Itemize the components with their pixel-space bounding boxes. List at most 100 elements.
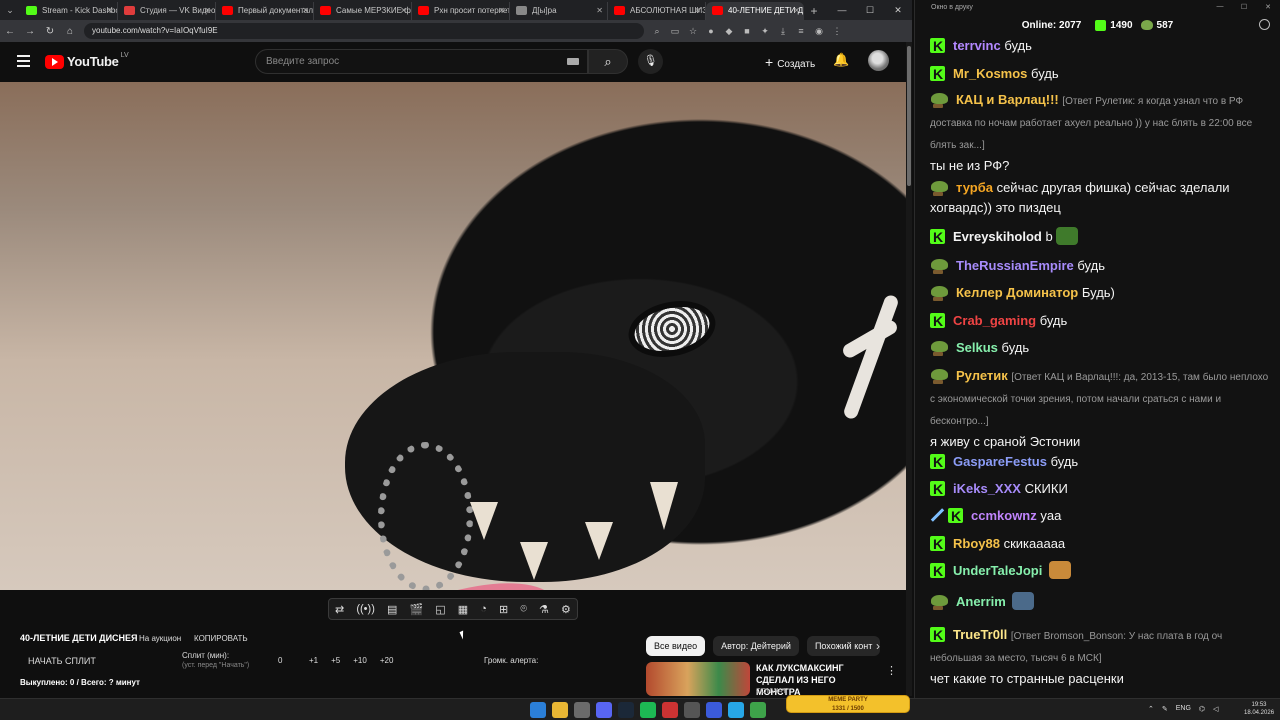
browser-tab[interactable]: Первый документальный✕ <box>216 2 314 20</box>
chat-username[interactable]: terrvinc <box>953 38 1001 53</box>
cast-icon[interactable]: ▭ <box>666 26 684 37</box>
search-input[interactable]: Введите запрос <box>255 49 588 74</box>
keyboard-icon[interactable] <box>567 58 579 65</box>
start-split-button[interactable]: НАЧАТЬ СПЛИТ <box>28 656 96 666</box>
related-video-thumbnail[interactable] <box>646 662 750 696</box>
chat-username[interactable]: Келлер Доминатор <box>956 285 1078 300</box>
broadcast-icon[interactable]: ((•)) <box>356 603 375 615</box>
playlist-icon[interactable]: ▤ <box>387 603 397 616</box>
chat-username[interactable]: ccmkownz <box>971 508 1037 523</box>
page-scrollbar[interactable] <box>906 42 912 696</box>
tab-close-icon[interactable]: ✕ <box>400 2 407 20</box>
app-icon[interactable] <box>662 702 678 718</box>
voice-search-button[interactable]: 🎙 <box>638 49 663 74</box>
app-icon[interactable] <box>684 702 700 718</box>
network-icon[interactable]: ⌬ <box>1199 705 1205 713</box>
menu-icon[interactable] <box>17 55 30 70</box>
chat-username[interactable]: TheRussianEmpire <box>956 258 1074 273</box>
pen-icon[interactable]: ✎ <box>1162 705 1168 713</box>
volume-icon[interactable]: ◁ <box>1213 705 1218 713</box>
settings-gear-icon[interactable]: ⚙ <box>561 603 571 616</box>
add-clip-icon[interactable]: ⊞ <box>499 603 508 616</box>
lab-icon[interactable]: ⚗ <box>539 603 549 616</box>
avatar[interactable] <box>868 50 889 71</box>
tab-close-icon[interactable]: ✕ <box>106 2 113 20</box>
chat-username[interactable]: Rboy88 <box>953 536 1000 551</box>
reload-icon[interactable]: ↻ <box>40 26 60 37</box>
new-tab-button[interactable]: + <box>804 2 824 20</box>
cinema-icon[interactable]: ▦ <box>458 603 468 616</box>
profile-icon[interactable]: ◉ <box>810 26 828 37</box>
search-button[interactable]: ⌕ <box>588 49 628 74</box>
url-field[interactable]: youtube.com/watch?v=IaIOqVfuI9E <box>84 23 644 39</box>
chrome-icon[interactable] <box>552 702 568 718</box>
download-icon[interactable]: ⤓ <box>774 26 792 37</box>
browser-tab[interactable]: АБСОЛЮТНАЯ ШИЗОФ✕ <box>608 2 706 20</box>
step-button[interactable]: +20 <box>380 656 394 665</box>
minimize-icon[interactable]: — <box>828 0 856 20</box>
tab-search-icon[interactable]: ⌄ <box>0 0 20 20</box>
chat-username[interactable]: TrueTr0ll <box>953 627 1007 642</box>
chat-username[interactable]: iKeks_XXX <box>953 481 1021 496</box>
chat-username[interactable]: Selkus <box>956 340 998 355</box>
chevron-right-icon[interactable]: › <box>876 639 880 653</box>
back-icon[interactable]: ← <box>0 26 20 37</box>
discord-icon[interactable] <box>596 702 612 718</box>
minimize-icon[interactable]: — <box>1208 3 1232 11</box>
step-button[interactable]: +5 <box>331 656 340 665</box>
more-options-icon[interactable]: ⋮ <box>886 664 897 677</box>
maximize-icon[interactable]: ☐ <box>1232 3 1256 11</box>
create-button[interactable]: + Создать <box>757 50 823 74</box>
puzzle-icon[interactable]: ✦ <box>756 26 774 37</box>
notifications-bell-icon[interactable]: 🔔 <box>833 52 849 68</box>
browser-tab[interactable]: Студия — VK Видео Live✕ <box>118 2 216 20</box>
forward-icon[interactable]: → <box>20 26 40 37</box>
close-window-icon[interactable]: ✕ <box>884 0 912 20</box>
steam-icon[interactable] <box>618 702 634 718</box>
browser-tab[interactable]: Stream - Kick Dashboard✕ <box>20 2 118 20</box>
chat-username[interactable]: GaspareFestus <box>953 454 1047 469</box>
browser-tab[interactable]: Д[ы]ра ✕ <box>510 2 608 20</box>
loop-icon[interactable]: ⇄ <box>335 603 344 616</box>
video-player[interactable] <box>0 82 906 590</box>
tab-close-icon[interactable]: ✕ <box>302 2 309 20</box>
extension-icon[interactable]: ◆ <box>720 26 738 37</box>
zoom-icon[interactable]: ⌕ <box>648 26 666 37</box>
copy-button[interactable]: КОПИРОВАТЬ <box>194 634 248 643</box>
tab-close-icon[interactable]: ✕ <box>204 2 211 20</box>
related-video-channel[interactable]: CONWAY <box>756 688 787 695</box>
app-icon[interactable] <box>706 702 722 718</box>
maximize-icon[interactable]: ☐ <box>856 0 884 20</box>
chat-username[interactable]: UnderTaleJopi <box>953 563 1042 578</box>
tab-close-icon[interactable]: ✕ <box>498 2 505 20</box>
chat-username[interactable]: турба <box>956 180 993 195</box>
app-icon[interactable] <box>574 702 590 718</box>
system-clock[interactable]: 19:53 18.04.2026 <box>1244 701 1274 717</box>
chip-author[interactable]: Автор: Дейтерий <box>713 636 799 656</box>
clock-icon[interactable] <box>1259 19 1270 30</box>
tab-close-icon[interactable]: ✕ <box>596 2 603 20</box>
tab-close-icon[interactable]: ✕ <box>694 2 701 20</box>
split-value[interactable]: 0 <box>278 656 282 665</box>
spotify-icon[interactable] <box>640 702 656 718</box>
language-indicator[interactable]: ENG <box>1176 705 1191 713</box>
extension-icon[interactable]: ■ <box>738 26 756 37</box>
chat-username[interactable]: Evreyskiholod <box>953 229 1042 244</box>
chip-all-videos[interactable]: Все видео <box>646 636 706 656</box>
reading-list-icon[interactable]: ≡ <box>792 26 810 37</box>
chat-username[interactable]: Anerrim <box>956 594 1006 609</box>
bookmark-star-icon[interactable]: ☆ <box>684 26 702 37</box>
close-icon[interactable]: ✕ <box>1256 3 1280 11</box>
meme-party-widget[interactable]: MEME PARTY 1331 / 1500 <box>786 695 910 713</box>
chip-similar[interactable]: Похожий конт <box>806 636 881 656</box>
windows-start-icon[interactable] <box>530 702 546 718</box>
chat-username[interactable]: Рулетик <box>956 368 1008 383</box>
home-icon[interactable]: ⌂ <box>60 26 80 37</box>
browser-tab[interactable]: Самые МЕРЗКИЕ фор...✕ <box>314 2 412 20</box>
tray-chevron-icon[interactable]: ⌃ <box>1148 705 1154 713</box>
browser-tab[interactable]: 40-ЛЕТНИЕ ДЕТИ Д ✕ <box>706 2 804 20</box>
speed-icon[interactable]: ◔ <box>480 603 487 615</box>
telegram-icon[interactable] <box>728 702 744 718</box>
youtube-logo[interactable]: YouTube LV <box>45 52 129 69</box>
extension-icon[interactable]: ● <box>702 26 720 37</box>
